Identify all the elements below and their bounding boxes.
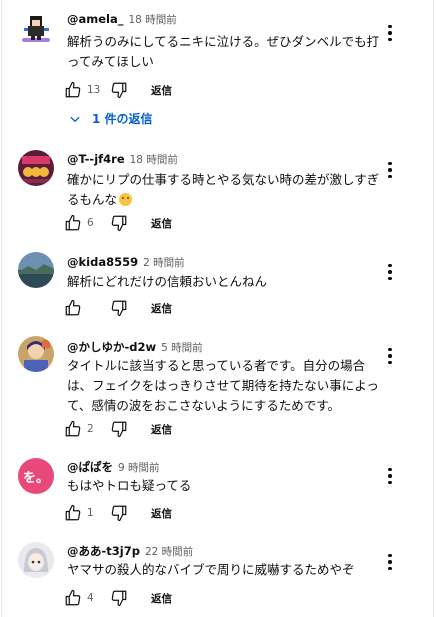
comment-1: @amela_ 18 時間前 解析うのみにしてるニキに泣ける。ぜひダンベルでも打っ…: [0, 0, 436, 140]
like-count: 13: [87, 84, 101, 96]
action-menu-button[interactable]: [382, 262, 398, 282]
timestamp[interactable]: 9 時間前: [118, 462, 160, 474]
comment-header: @amela_ 18 時間前: [67, 12, 177, 27]
comment-6: @ああ-t3j7p 22 時間前 ヤマサの殺人的なバイブで周りに威嚇するためやぞ …: [0, 532, 436, 617]
comment-text-body: 確かにリプの仕事する時とやる気ない時の差が激しすぎるもんな: [67, 172, 380, 207]
avatar[interactable]: を。: [18, 458, 54, 494]
comment-header: @ああ-t3j7p 22 時間前: [67, 543, 193, 559]
author-name[interactable]: @かしゆか-d2w: [67, 340, 156, 354]
thumbs-up-icon: [65, 214, 81, 231]
author-name[interactable]: @ぱぱを: [67, 460, 113, 474]
thumbs-down-icon: [111, 82, 127, 99]
avatar[interactable]: [18, 336, 54, 372]
dislike-button[interactable]: [109, 213, 129, 233]
avatar[interactable]: [18, 542, 54, 578]
action-menu-button[interactable]: [382, 466, 398, 486]
anime-girl-icon: [18, 542, 54, 578]
thumbs-down-icon: [111, 300, 127, 317]
dislike-button[interactable]: [109, 80, 129, 100]
landscape-photo-icon: [18, 252, 54, 288]
slot-machine-icon: [18, 150, 54, 186]
like-count: 1: [87, 507, 94, 519]
author-name[interactable]: @ああ-t3j7p: [67, 544, 140, 558]
timestamp[interactable]: 5 時間前: [161, 342, 203, 354]
timestamp[interactable]: 18 時間前: [130, 154, 178, 166]
thumbs-up-icon: [65, 299, 81, 316]
author-name[interactable]: @T--jf4re: [67, 152, 125, 166]
reply-button[interactable]: 返信: [151, 422, 172, 437]
avatar[interactable]: [18, 12, 54, 48]
pixel-character-icon: [18, 12, 54, 48]
thumbs-up-icon: [65, 504, 81, 521]
dislike-button[interactable]: [109, 503, 129, 523]
chevron-down-icon: [70, 116, 80, 122]
avatar[interactable]: [18, 252, 54, 288]
comment-actions: 6 返信: [63, 211, 172, 235]
action-menu-button[interactable]: [382, 346, 398, 366]
comment-header: @ぱぱを 9 時間前: [67, 459, 160, 475]
comment-text: タイトルに該当すると思っている者です。自分の場合は、フェイクをはっきりさせて期待…: [67, 358, 379, 413]
reply-button[interactable]: 返信: [151, 301, 172, 316]
comment-actions: 2 返信: [63, 417, 172, 441]
comment-actions: 4 返信: [63, 586, 172, 610]
reply-button[interactable]: 返信: [151, 216, 172, 231]
thumbs-up-icon: [65, 81, 81, 98]
like-button[interactable]: [63, 298, 83, 318]
comment-actions: 1 返信: [63, 501, 172, 525]
comment-5: を。 @ぱぱを 9 時間前 もはやトロも疑ってる 1 返信: [0, 448, 436, 532]
timestamp[interactable]: 18 時間前: [129, 14, 177, 26]
action-menu-button[interactable]: [382, 552, 398, 572]
replies-label: 1 件の返信: [92, 112, 153, 126]
action-menu-button[interactable]: [382, 23, 398, 43]
comment-text: ヤマサの殺人的なバイブで周りに威嚇するためやぞ: [67, 562, 355, 577]
thumbs-down-icon: [111, 505, 127, 522]
timestamp[interactable]: 22 時間前: [145, 546, 193, 558]
reply-button[interactable]: 返信: [151, 83, 172, 98]
reply-button[interactable]: 返信: [151, 506, 172, 521]
action-menu-button[interactable]: [382, 160, 398, 180]
thumbs-down-icon: [111, 421, 127, 438]
dislike-button[interactable]: [109, 419, 129, 439]
thumbs-up-icon: [65, 420, 81, 437]
comment-actions: 13 返信: [63, 78, 172, 102]
thumbs-down-icon: [111, 590, 127, 607]
thumbs-down-icon: [111, 215, 127, 232]
avatar[interactable]: [18, 150, 54, 186]
grimacing-face-icon: [119, 193, 133, 206]
reply-button[interactable]: 返信: [151, 591, 172, 606]
comment-text: 確かにリプの仕事する時とやる気ない時の差が激しすぎるもんな: [67, 170, 386, 210]
comment-3: @kida8559 2 時間前 解析にどれだけの信頼おいとんねん 返信: [0, 238, 436, 324]
like-count: 6: [87, 217, 94, 229]
comment-header: @kida8559 2 時間前: [67, 255, 185, 270]
like-button[interactable]: [63, 213, 83, 233]
avatar-letter: を。: [22, 470, 49, 486]
thumbs-up-icon: [65, 589, 81, 606]
view-replies-button[interactable]: 1 件の返信: [68, 110, 153, 127]
like-button[interactable]: [63, 80, 83, 100]
comment-actions: 返信: [63, 296, 172, 320]
comment-text: もはやトロも疑ってる: [67, 478, 192, 493]
like-count: 4: [87, 592, 94, 604]
anime-character-icon: [18, 336, 54, 372]
dislike-button[interactable]: [109, 588, 129, 608]
author-name[interactable]: @amela_: [67, 12, 124, 26]
comment-4: @かしゆか-d2w 5 時間前 タイトルに該当すると思っている者です。自分の場合は…: [0, 324, 436, 448]
comment-2: @T--jf4re 18 時間前 確かにリプの仕事する時とやる気ない時の差が激しす…: [0, 140, 436, 238]
comment-header: @かしゆか-d2w 5 時間前: [67, 339, 203, 355]
comment-text: 解析うのみにしてるニキに泣ける。ぜひダンベルでも打ってみてほしい: [67, 34, 380, 69]
like-button[interactable]: [63, 503, 83, 523]
like-button[interactable]: [63, 588, 83, 608]
timestamp[interactable]: 2 時間前: [143, 257, 185, 269]
like-button[interactable]: [63, 419, 83, 439]
dislike-button[interactable]: [109, 298, 129, 318]
author-name[interactable]: @kida8559: [67, 255, 138, 269]
like-count: 2: [87, 423, 94, 435]
comment-text: 解析にどれだけの信頼おいとんねん: [67, 274, 268, 289]
comment-header: @T--jf4re 18 時間前: [67, 152, 178, 167]
